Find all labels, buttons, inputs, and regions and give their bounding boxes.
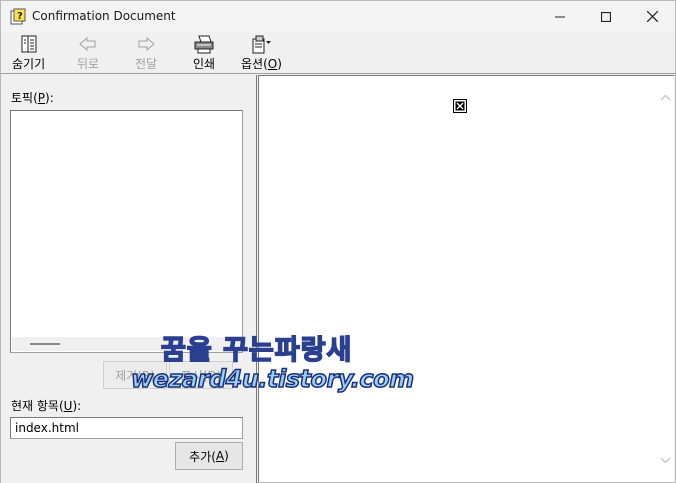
print-label: 인쇄 bbox=[193, 57, 216, 71]
help-window: ? Confirmation Document 숨기기 뒤로 전달 인쇄 옵션(… bbox=[0, 0, 676, 483]
forward-arrow-icon bbox=[135, 34, 157, 54]
back-label: 뒤로 bbox=[77, 57, 100, 71]
watermark-url: wezard4u.tistory.com bbox=[130, 364, 415, 394]
add-button[interactable]: 추가(A) bbox=[175, 442, 243, 470]
maximize-icon bbox=[601, 11, 611, 22]
vertical-scrollbar[interactable] bbox=[657, 76, 674, 481]
scroll-up-icon[interactable] bbox=[660, 90, 671, 104]
hide-label: 숨기기 bbox=[12, 57, 46, 71]
options-icon bbox=[250, 34, 272, 54]
current-item-input[interactable] bbox=[10, 417, 243, 439]
back-arrow-icon bbox=[77, 34, 99, 54]
maximize-button[interactable] bbox=[583, 1, 629, 32]
window-title: Confirmation Document bbox=[32, 9, 176, 23]
options-label: 옵션(O) bbox=[241, 57, 282, 71]
scrollbar-thumb[interactable] bbox=[30, 343, 60, 345]
forward-button[interactable]: 전달 bbox=[135, 34, 157, 72]
toolbar: 숨기기 뒤로 전달 인쇄 옵션(O) bbox=[1, 32, 675, 74]
current-item-label: 현재 항목(U): bbox=[11, 399, 82, 413]
topics-label: 토픽(P): bbox=[11, 91, 54, 105]
close-icon bbox=[646, 11, 658, 22]
hide-pane-icon bbox=[18, 34, 40, 54]
back-button[interactable]: 뒤로 bbox=[77, 34, 99, 72]
topics-list[interactable] bbox=[10, 110, 243, 353]
close-button[interactable] bbox=[629, 1, 675, 32]
svg-text:?: ? bbox=[17, 11, 23, 22]
content-pane[interactable] bbox=[258, 75, 674, 482]
pane-splitter[interactable] bbox=[252, 75, 257, 483]
forward-label: 전달 bbox=[135, 57, 158, 71]
printer-icon bbox=[193, 34, 215, 54]
minimize-button[interactable] bbox=[537, 1, 583, 32]
watermark-title: 꿈을 꾸는파랑새 bbox=[160, 334, 353, 367]
options-button[interactable]: 옵션(O) bbox=[241, 34, 282, 72]
help-question-icon: ? bbox=[10, 8, 26, 25]
title-bar[interactable]: ? Confirmation Document bbox=[1, 1, 675, 32]
print-button[interactable]: 인쇄 bbox=[193, 34, 215, 72]
hide-button[interactable]: 숨기기 bbox=[12, 34, 45, 72]
minimize-icon bbox=[555, 16, 565, 17]
navigation-pane: 토픽(P): 제거(R) 표시(D) 현재 항목(U): 추가(A) bbox=[1, 75, 252, 483]
broken-image-icon bbox=[453, 99, 467, 113]
scroll-down-icon[interactable] bbox=[660, 453, 671, 467]
